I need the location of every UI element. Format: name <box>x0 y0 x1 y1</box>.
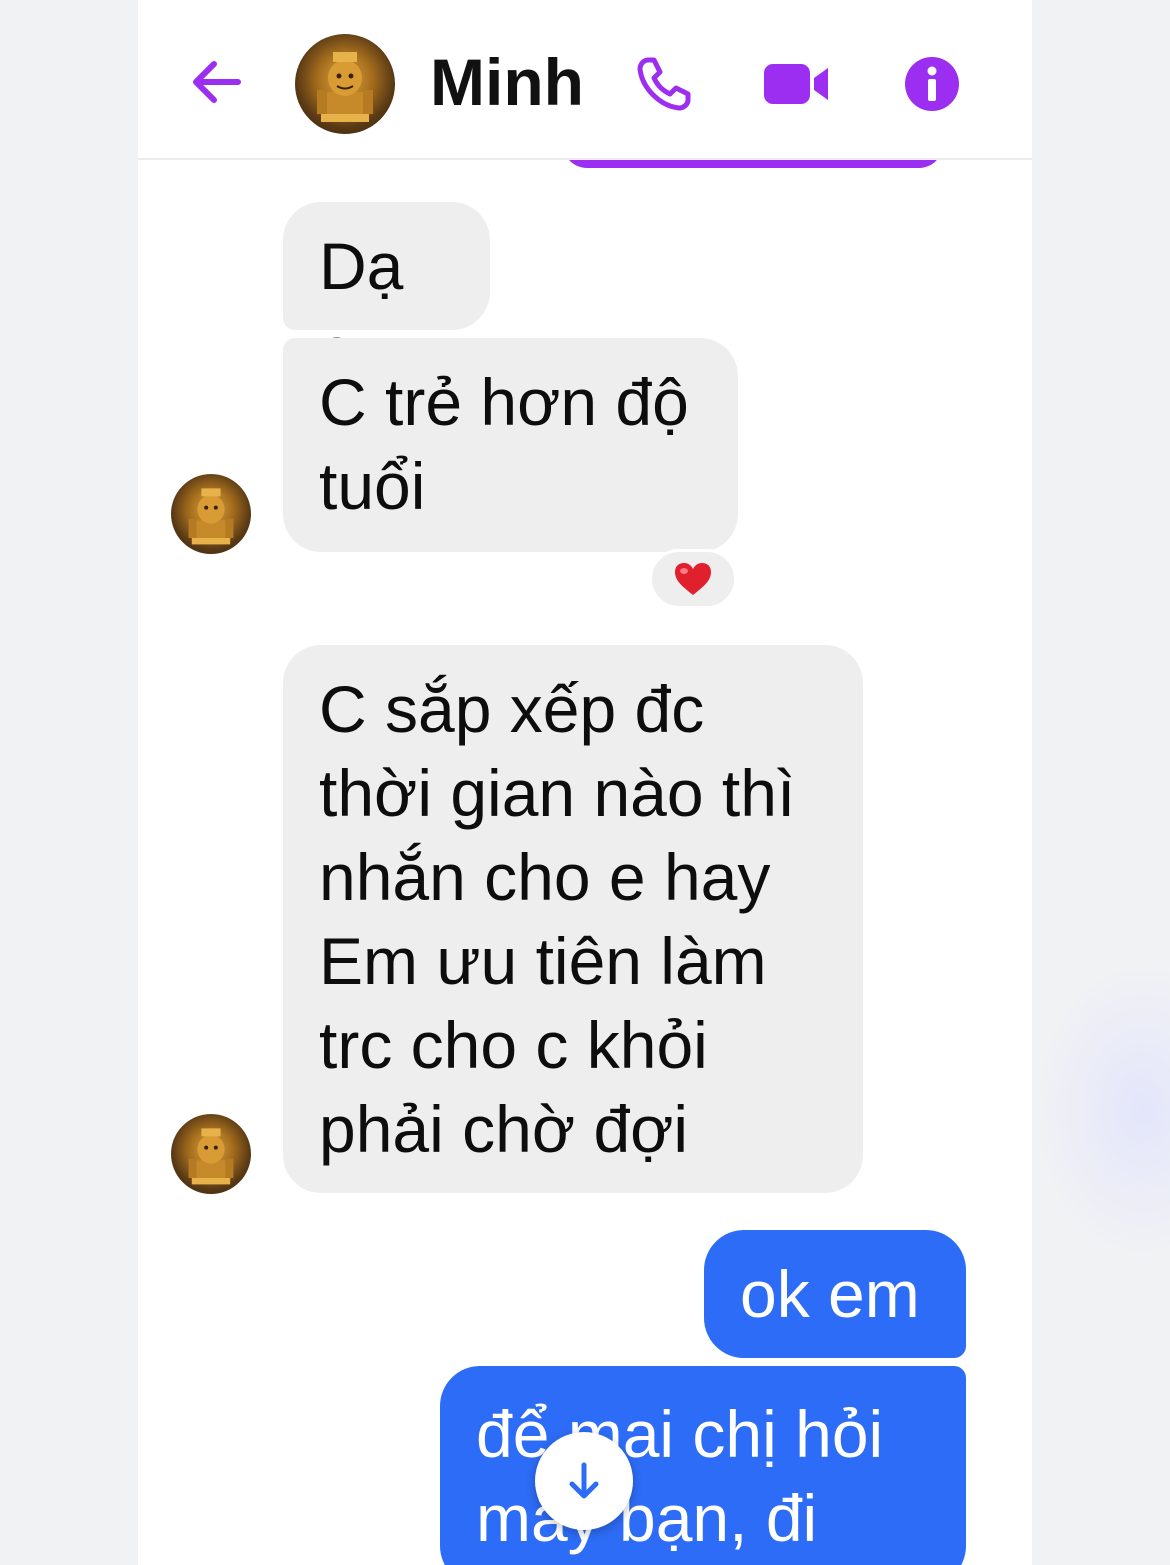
heart-reaction[interactable] <box>649 549 737 609</box>
message-line: thời gian nào thì <box>319 756 796 830</box>
message-line: Em ưu tiên làm <box>319 924 767 998</box>
info-icon[interactable] <box>903 55 961 113</box>
video-camera-icon[interactable] <box>762 60 832 108</box>
incoming-message[interactable]: C sắp xếp đc thời gian nào thì nhắn cho … <box>283 645 863 1193</box>
message-line: phải chờ đợi <box>319 1092 689 1166</box>
scroll-to-bottom-button[interactable] <box>535 1432 633 1530</box>
message-line: nhắn cho e hay <box>319 840 771 914</box>
avatar[interactable] <box>295 34 395 134</box>
sender-avatar[interactable] <box>171 1114 251 1194</box>
incoming-message[interactable]: Dạ c <box>283 202 490 387</box>
avatar-statue-image <box>317 52 373 122</box>
chat-header: Minh <box>138 0 1032 160</box>
outgoing-message[interactable]: để mai chị hỏi mấy bạn, đi <box>440 1366 966 1565</box>
messenger-conversation: Minh Dạ c C trẻ hơn độ tuổi <box>138 0 1032 1565</box>
message-line: C sắp xếp đc <box>319 672 705 746</box>
contact-name[interactable]: Minh <box>430 44 584 120</box>
background-glow <box>1032 960 1170 1260</box>
heart-icon <box>675 563 711 595</box>
back-arrow-icon[interactable] <box>188 54 244 110</box>
avatar-statue-image <box>188 1128 234 1185</box>
message-line: trc cho c khỏi <box>319 1008 708 1082</box>
sender-avatar[interactable] <box>171 474 251 554</box>
incoming-message[interactable]: C trẻ hơn độ tuổi <box>283 338 738 552</box>
phone-icon[interactable] <box>634 54 694 114</box>
outgoing-message[interactable]: ok em <box>704 1230 966 1358</box>
message-line: C trẻ hơn độ <box>319 365 689 439</box>
arrow-down-icon <box>569 1462 599 1499</box>
avatar-statue-image <box>188 488 234 545</box>
message-line: ok em <box>740 1257 920 1331</box>
message-line: tuổi <box>319 449 426 523</box>
